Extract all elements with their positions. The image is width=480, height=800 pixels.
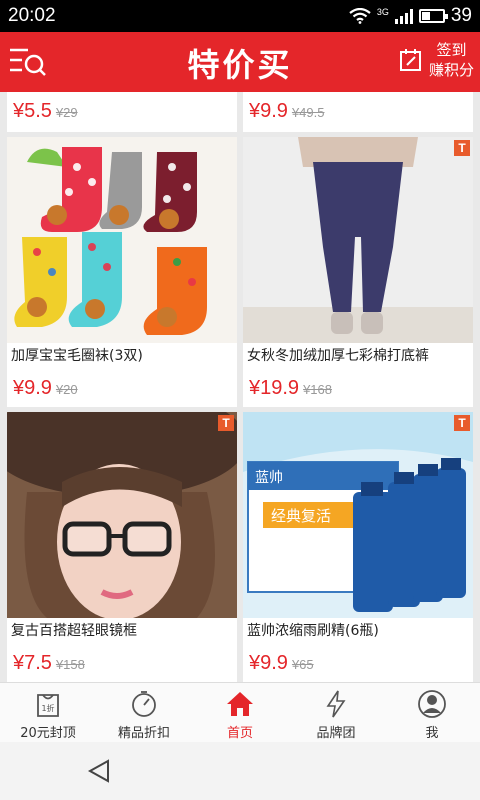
product-price: ¥7.5 ¥158	[13, 652, 85, 674]
bag-icon-text: 1折	[41, 703, 54, 713]
system-nav-bar	[0, 742, 480, 800]
battery-icon	[418, 9, 448, 23]
product-card-partial[interactable]: ¥5.5 ¥29	[7, 92, 237, 132]
product-card[interactable]: T 复古百搭超轻眼镜框 ¥7.5 ¥158	[7, 412, 237, 682]
app-header: 特价买 签到 赚积分	[0, 32, 480, 92]
product-price: ¥19.9 ¥168	[249, 377, 332, 399]
tab-label: 首页	[226, 726, 253, 741]
status-bar: 20:02 3G 39	[0, 0, 480, 32]
product-price: ¥9.9 ¥20	[13, 377, 78, 399]
product-name: 女秋冬加绒加厚七彩棉打底裤	[247, 348, 429, 364]
bottom-tab-bar: 1折 20元封顶 精品折扣 首页 品牌团 我	[0, 682, 480, 742]
tab-label: 我	[425, 726, 439, 741]
home-icon	[227, 692, 253, 716]
product-card-partial[interactable]: ¥9.9 ¥49.5	[243, 92, 473, 132]
product-price: ¥9.9 ¥65	[249, 652, 314, 674]
product-image: T	[243, 137, 473, 343]
product-card[interactable]: T 女秋冬加绒加厚七彩棉打底裤 ¥19.9 ¥168	[243, 137, 473, 407]
wifi-icon	[349, 8, 371, 24]
product-image: T	[7, 412, 237, 618]
tmall-badge: T	[454, 415, 470, 431]
signal-icon	[394, 8, 413, 24]
tab-label: 精品折扣	[117, 726, 170, 741]
tab-label: 品牌团	[316, 726, 356, 741]
tmall-badge: T	[454, 140, 470, 156]
box-slogan-text: 经典复活	[271, 507, 331, 525]
product-price: ¥5.5 ¥29	[13, 100, 78, 122]
checkin-button[interactable]: 签到 赚积分	[399, 40, 474, 80]
tmall-badge: T	[218, 415, 234, 431]
calendar-edit-icon	[399, 49, 421, 71]
tab-20yuan[interactable]: 1折 20元封顶	[0, 683, 96, 742]
product-image	[7, 137, 237, 343]
product-card[interactable]: 加厚宝宝毛圈袜(3双) ¥9.9 ¥20	[7, 137, 237, 407]
tab-brand[interactable]: 品牌团	[288, 683, 384, 742]
status-time: 20:02	[8, 5, 56, 26]
product-name: 复古百搭超轻眼镜框	[11, 623, 137, 639]
product-price: ¥9.9 ¥49.5	[249, 100, 325, 122]
product-name: 蓝帅浓缩雨刷精(6瓶)	[247, 623, 379, 639]
user-icon	[418, 690, 446, 718]
earn-points-label: 赚积分	[428, 61, 474, 79]
product-card[interactable]: 蓝帅 经典复活 T 蓝帅浓缩雨刷精(6瓶) ¥9.9 ¥65	[243, 412, 473, 682]
tab-home[interactable]: 首页	[192, 683, 288, 742]
box-brand-text: 蓝帅	[255, 470, 283, 486]
network-type: 3G	[376, 6, 389, 17]
product-name: 加厚宝宝毛圈袜(3双)	[11, 348, 143, 364]
tab-label: 20元封顶	[20, 726, 76, 741]
bag-1折-icon: 1折	[37, 694, 59, 717]
lightning-icon	[326, 690, 346, 718]
timer-icon	[132, 691, 156, 717]
product-grid: ¥5.5 ¥29 ¥9.9 ¥49.5 加厚宝宝毛圈袜(3双) ¥9.9 ¥20…	[0, 92, 480, 682]
tab-me[interactable]: 我	[384, 683, 480, 742]
checkin-label: 签到	[436, 41, 467, 59]
tab-discount[interactable]: 精品折扣	[96, 683, 192, 742]
product-image: 蓝帅 经典复活 T	[243, 412, 473, 618]
back-icon[interactable]	[86, 758, 112, 784]
battery-percent: 39	[450, 5, 472, 26]
